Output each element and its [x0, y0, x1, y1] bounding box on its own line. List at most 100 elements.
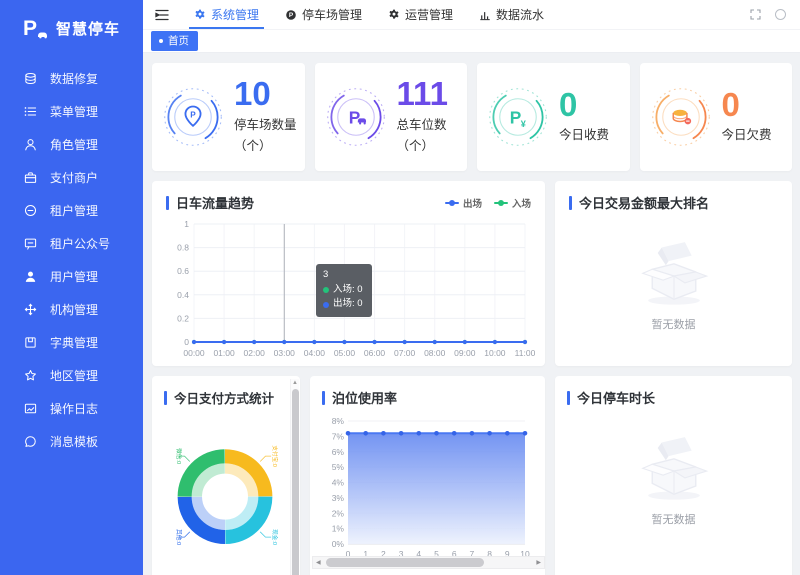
svg-text:08:00: 08:00 — [424, 348, 446, 358]
legend-item-入场[interactable]: 入场 — [494, 196, 531, 210]
svg-text:0.2: 0.2 — [177, 313, 189, 323]
topbar: 系统管理 P停车场管理 运营管理数据流水 — [143, 0, 800, 30]
breadcrumb-home[interactable]: 首页 — [151, 31, 198, 51]
panel-title: 泊位使用率 — [332, 388, 397, 407]
stat-value: 0 — [559, 88, 609, 123]
tab-label: 运营管理 — [405, 6, 453, 23]
star-icon — [24, 369, 37, 382]
empty-box-illustration — [630, 238, 718, 306]
avatar[interactable] — [775, 9, 786, 20]
parking-circle-icon: P — [285, 9, 297, 21]
sidebar-item-2[interactable]: 菜单管理 — [0, 95, 143, 128]
sidebar-item-label: 租户公众号 — [50, 235, 110, 252]
tab-3[interactable]: 运营管理 — [375, 0, 466, 29]
svg-text:01:00: 01:00 — [213, 348, 235, 358]
stat-label: 今日收费 — [559, 125, 609, 146]
tab-1[interactable]: 系统管理 — [181, 0, 272, 29]
svg-text:02:00: 02:00 — [244, 348, 266, 358]
panel-title: 今日停车时长 — [577, 388, 655, 407]
log-icon — [24, 402, 37, 415]
scroll-right-icon[interactable]: ▶ — [533, 559, 544, 566]
stat-value: 111 — [397, 77, 462, 112]
panel-title: 日车流量趋势 — [176, 193, 254, 212]
sidebar-item-label: 角色管理 — [50, 136, 98, 153]
svg-text:3%: 3% — [332, 493, 345, 503]
scroll-up-icon[interactable]: ▲ — [292, 379, 298, 388]
svg-text:6%: 6% — [332, 447, 345, 457]
tab-2[interactable]: P停车场管理 — [272, 0, 375, 29]
bar-chart-icon — [479, 9, 491, 21]
main-area: 系统管理 P停车场管理 运营管理数据流水 首页 — [143, 0, 800, 575]
accent-bar — [567, 391, 570, 405]
accent-bar — [164, 391, 167, 405]
parking-pin-icon: P — [162, 86, 224, 148]
svg-text:09:00: 09:00 — [454, 348, 476, 358]
empty-box-illustration — [630, 433, 718, 501]
sidebar-item-11[interactable]: 操作日志 — [0, 392, 143, 425]
stat-label: 今日欠费 — [722, 125, 772, 146]
svg-text:现金:0: 现金:0 — [271, 529, 279, 545]
briefcase-icon — [24, 171, 37, 184]
message-icon — [24, 435, 37, 448]
chat-square-icon — [24, 237, 37, 250]
menu-collapse-icon[interactable] — [143, 0, 181, 29]
stat-card-total-spaces: P 111 总车位数（个） — [315, 63, 468, 171]
sidebar-item-6[interactable]: 租户公众号 — [0, 227, 143, 260]
scrollbar-thumb[interactable] — [326, 558, 484, 567]
svg-text:11:00: 11:00 — [515, 348, 536, 358]
svg-text:P: P — [510, 107, 522, 127]
accent-bar — [569, 196, 572, 210]
sidebar-item-5[interactable]: 租户管理 — [0, 194, 143, 227]
svg-text:7%: 7% — [332, 431, 345, 441]
stat-card-today-income: P ¥ 0 今日收费 — [477, 63, 630, 171]
topbar-actions — [750, 0, 800, 29]
sidebar-item-9[interactable]: 字典管理 — [0, 326, 143, 359]
sidebar-item-7[interactable]: 用户管理 — [0, 260, 143, 293]
svg-text:1: 1 — [184, 219, 189, 229]
row-charts-bottom: 今日支付方式统计 微信:0支付宝:0现金:0其他:0 ▲ ▼ 泊位使用率 — [152, 376, 792, 575]
dot-icon — [159, 39, 163, 43]
sidebar-item-label: 支付商户 — [50, 169, 98, 186]
sidebar-item-1[interactable]: 数据修复 — [0, 62, 143, 95]
sidebar-item-label: 操作日志 — [50, 400, 98, 417]
stat-card-today-arrears: 0 今日欠费 — [640, 63, 793, 171]
vertical-scrollbar[interactable]: ▲ ▼ — [290, 379, 299, 575]
fullscreen-icon[interactable] — [750, 9, 761, 20]
panel-payment-methods: 今日支付方式统计 微信:0支付宝:0现金:0其他:0 ▲ ▼ — [152, 376, 300, 575]
cog-icon — [388, 9, 400, 21]
occupancy-area-chart[interactable]: 0%1%2%3%4%5%6%7%8%012345678910 — [322, 411, 533, 566]
circle-minus-icon — [24, 204, 37, 217]
scrollbar-thumb[interactable] — [292, 389, 299, 575]
tab-label: 系统管理 — [211, 6, 259, 23]
horizontal-scrollbar[interactable]: ◀ ▶ — [312, 556, 545, 569]
accent-bar — [322, 391, 325, 405]
scroll-left-icon[interactable]: ◀ — [313, 559, 324, 566]
top-navigation: 系统管理 P停车场管理 运营管理数据流水 — [181, 0, 557, 29]
app-title: 智慧停车 — [56, 18, 120, 39]
payment-donut-chart[interactable]: 微信:0支付宝:0现金:0其他:0 — [164, 411, 288, 571]
sidebar-menu: 数据修复菜单管理角色管理支付商户租户管理租户公众号用户管理机构管理字典管理地区管… — [0, 62, 143, 458]
panel-top-transactions: 今日交易金额最大排名 暂无数据 — [555, 181, 792, 366]
sidebar-item-label: 用户管理 — [50, 268, 98, 285]
svg-text:0.8: 0.8 — [177, 243, 189, 253]
sidebar-item-10[interactable]: 地区管理 — [0, 359, 143, 392]
sidebar-item-8[interactable]: 机构管理 — [0, 293, 143, 326]
svg-text:1%: 1% — [332, 524, 345, 534]
sidebar: P 智慧停车 数据修复菜单管理角色管理支付商户租户管理租户公众号用户管理机构管理… — [0, 0, 143, 575]
svg-text:5%: 5% — [332, 462, 345, 472]
user-icon — [24, 138, 37, 151]
svg-text:04:00: 04:00 — [304, 348, 326, 358]
breadcrumb-home-label: 首页 — [168, 33, 189, 48]
app-logo[interactable]: P 智慧停车 — [0, 0, 143, 56]
tab-4[interactable]: 数据流水 — [466, 0, 557, 29]
svg-text:4%: 4% — [332, 478, 345, 488]
stat-value: 10 — [234, 77, 299, 112]
sidebar-item-4[interactable]: 支付商户 — [0, 161, 143, 194]
stat-card-parking-lots: P 10 停车场数量（个） — [152, 63, 305, 171]
sidebar-item-3[interactable]: 角色管理 — [0, 128, 143, 161]
svg-text:2%: 2% — [332, 508, 345, 518]
svg-text:微信:0: 微信:0 — [175, 448, 183, 464]
legend-item-出场[interactable]: 出场 — [445, 196, 482, 210]
sidebar-item-12[interactable]: 消息模板 — [0, 425, 143, 458]
traffic-trend-chart[interactable]: 00:0001:0002:0003:0004:0005:0006:0007:00… — [166, 216, 531, 368]
